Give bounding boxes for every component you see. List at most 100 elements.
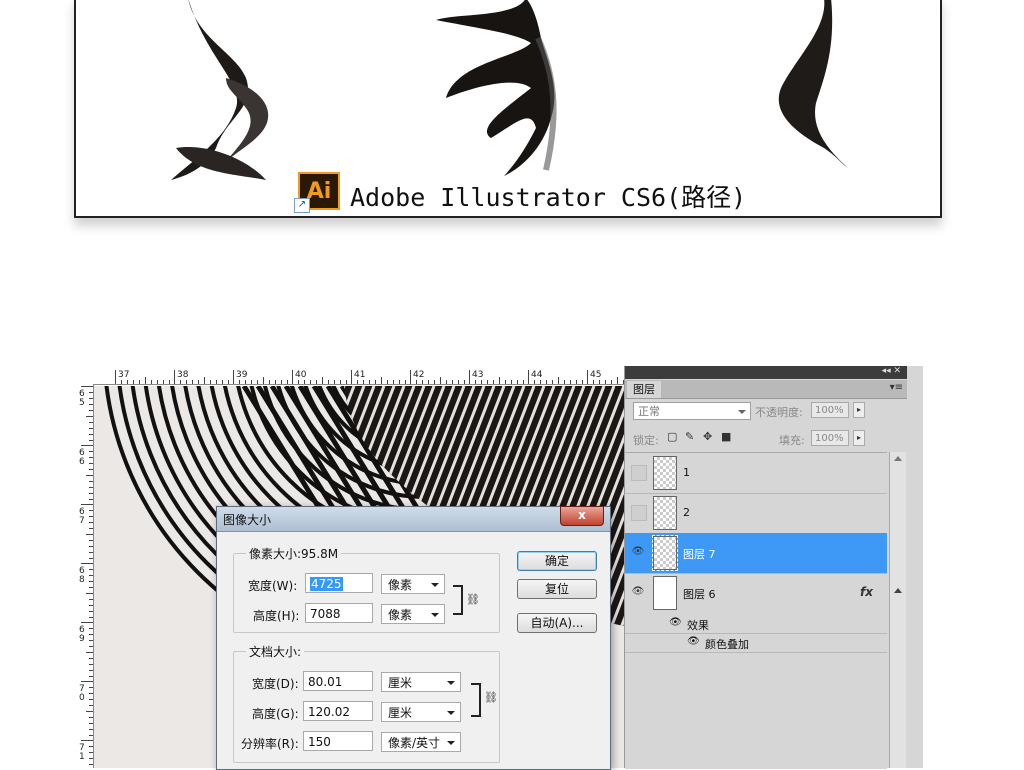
ruler-tick <box>204 377 205 384</box>
layer-row[interactable]: 👁 图层 6 fx <box>625 573 887 613</box>
fx-icon[interactable]: fx <box>860 585 873 599</box>
effects-row[interactable]: 👁 效果 <box>625 615 887 634</box>
ruler-tick <box>304 380 305 384</box>
ruler-tick <box>89 605 93 606</box>
ruler-tick <box>89 575 93 576</box>
ruler-tick-label: 6 9 <box>79 625 85 644</box>
ruler-tick <box>89 540 93 541</box>
ruler-tick <box>540 380 541 384</box>
chain-link-icon: ⛓ <box>466 593 480 606</box>
image-size-dialog: 图像大小 x 像素大小:95.8M 宽度(W): 4725 像素 高度(H): … <box>216 506 611 770</box>
visibility-toggle[interactable] <box>631 505 647 521</box>
ruler-tick <box>81 681 93 682</box>
pixel-height-unit-select[interactable]: 像素 <box>381 604 445 624</box>
ruler-tick <box>86 711 93 712</box>
ok-button[interactable]: 确定 <box>517 551 597 571</box>
ruler-tick <box>81 504 93 505</box>
ruler-tick-label: 6 7 <box>79 507 85 526</box>
ruler-tick <box>127 380 128 384</box>
ruler-tick <box>475 380 476 384</box>
ruler-tick-label: 7 1 <box>79 743 85 762</box>
dialog-titlebar[interactable]: 图像大小 x <box>217 506 610 532</box>
ruler-tick <box>81 445 93 446</box>
doc-height-input[interactable]: 120.02 <box>303 701 373 721</box>
visibility-toggle[interactable] <box>631 465 647 481</box>
chevron-down-icon <box>431 583 439 587</box>
ruler-tick <box>605 380 606 384</box>
ruler-tick <box>552 380 553 384</box>
doc-width-input[interactable]: 80.01 <box>303 671 373 691</box>
layer-row[interactable]: 2 <box>625 493 887 534</box>
collapse-close-icon[interactable]: ◂◂ ✕ <box>882 366 901 376</box>
reset-button[interactable]: 复位 <box>517 579 597 599</box>
ruler-tick <box>89 670 93 671</box>
ruler-tick <box>458 380 459 384</box>
fill-label: 填充: <box>779 434 805 447</box>
ruler-tick <box>89 546 93 547</box>
constrain-bracket-doc <box>471 683 481 717</box>
pixel-height-input[interactable]: 7088 <box>305 603 373 623</box>
eye-icon[interactable]: 👁 <box>669 617 682 628</box>
ruler-tick <box>210 380 211 384</box>
ruler-tick <box>169 380 170 384</box>
fill-stepper[interactable]: ▸ <box>853 430 865 446</box>
ruler-tick <box>599 380 600 384</box>
ruler-tick <box>198 380 199 384</box>
ruler-tick <box>89 522 93 523</box>
ruler-tick <box>145 377 146 384</box>
close-icon: x <box>578 508 586 522</box>
ruler-tick <box>89 664 93 665</box>
doc-height-unit-select[interactable]: 厘米 <box>381 702 461 722</box>
layer-row-selected[interactable]: 👁 图层 7 <box>625 533 887 574</box>
vertical-ruler[interactable]: 6 5 6 6 6 7 6 8 6 9 7 0 7 1 <box>76 384 94 768</box>
doc-width-unit-select[interactable]: 厘米 <box>381 672 461 692</box>
resolution-unit-select[interactable]: 像素/英寸 <box>381 732 461 752</box>
layers-scrollbar[interactable] <box>889 452 906 768</box>
ruler-tick <box>452 380 453 384</box>
lock-transparent-icon[interactable]: ▢ <box>667 430 677 443</box>
fill-input[interactable]: 100% <box>811 430 849 446</box>
layer-name[interactable]: 2 <box>683 506 690 519</box>
pixel-dimensions-label: 像素大小:95.8M <box>246 545 342 562</box>
ruler-tick <box>89 516 93 517</box>
pixel-width-unit-select[interactable]: 像素 <box>381 574 445 594</box>
ruler-tick <box>257 380 258 384</box>
layer-thumbnail <box>653 456 677 490</box>
chevron-down-icon <box>447 681 455 685</box>
layer-name[interactable]: 图层 6 <box>683 586 716 602</box>
ruler-tick <box>89 729 93 730</box>
opacity-input[interactable]: 100% <box>811 402 849 418</box>
lock-move-icon[interactable]: ✥ <box>703 430 712 443</box>
ruler-tick <box>410 370 411 384</box>
tab-layers[interactable]: 图层 <box>627 381 661 398</box>
layer-name[interactable]: 1 <box>683 466 690 479</box>
auto-button[interactable]: 自动(A)... <box>517 613 597 633</box>
ruler-tick <box>81 740 93 741</box>
resolution-input[interactable]: 150 <box>303 731 373 751</box>
panel-menu-icon[interactable]: ▾≡ <box>890 382 903 393</box>
effect-item-row[interactable]: 👁 颜色叠加 <box>625 634 887 653</box>
ruler-tick <box>186 380 187 384</box>
pixel-width-input[interactable]: 4725 <box>305 573 373 593</box>
ruler-tick <box>89 628 93 629</box>
chain-link-icon: ⛓ <box>484 691 498 704</box>
layer-list: 1 2 👁 图层 7 👁 图层 6 fx 👁 效果 👁 颜色叠加 <box>625 452 887 769</box>
collapse-arrow-icon[interactable] <box>894 588 902 593</box>
ruler-tick <box>576 380 577 384</box>
scroll-up-icon[interactable] <box>894 456 902 461</box>
lock-all-icon[interactable]: ■ <box>721 430 731 443</box>
ruler-tick <box>316 380 317 384</box>
ruler-tick <box>89 487 93 488</box>
close-button[interactable]: x <box>560 506 604 526</box>
eye-icon[interactable]: 👁 <box>687 636 700 647</box>
opacity-stepper[interactable]: ▸ <box>853 402 865 418</box>
eye-icon[interactable]: 👁 <box>631 545 645 559</box>
eye-icon[interactable]: 👁 <box>631 585 645 599</box>
lock-brush-icon[interactable]: ✎ <box>685 430 694 443</box>
ruler-tick-label: 39 <box>236 370 248 380</box>
layer-row[interactable]: 1 <box>625 453 887 494</box>
layer-name[interactable]: 图层 7 <box>683 546 716 562</box>
ruler-tick <box>287 380 288 384</box>
blend-mode-select[interactable]: 正常 <box>633 402 751 420</box>
horizontal-ruler[interactable]: 37 38 39 40 41 42 43 44 45 <box>76 366 624 385</box>
